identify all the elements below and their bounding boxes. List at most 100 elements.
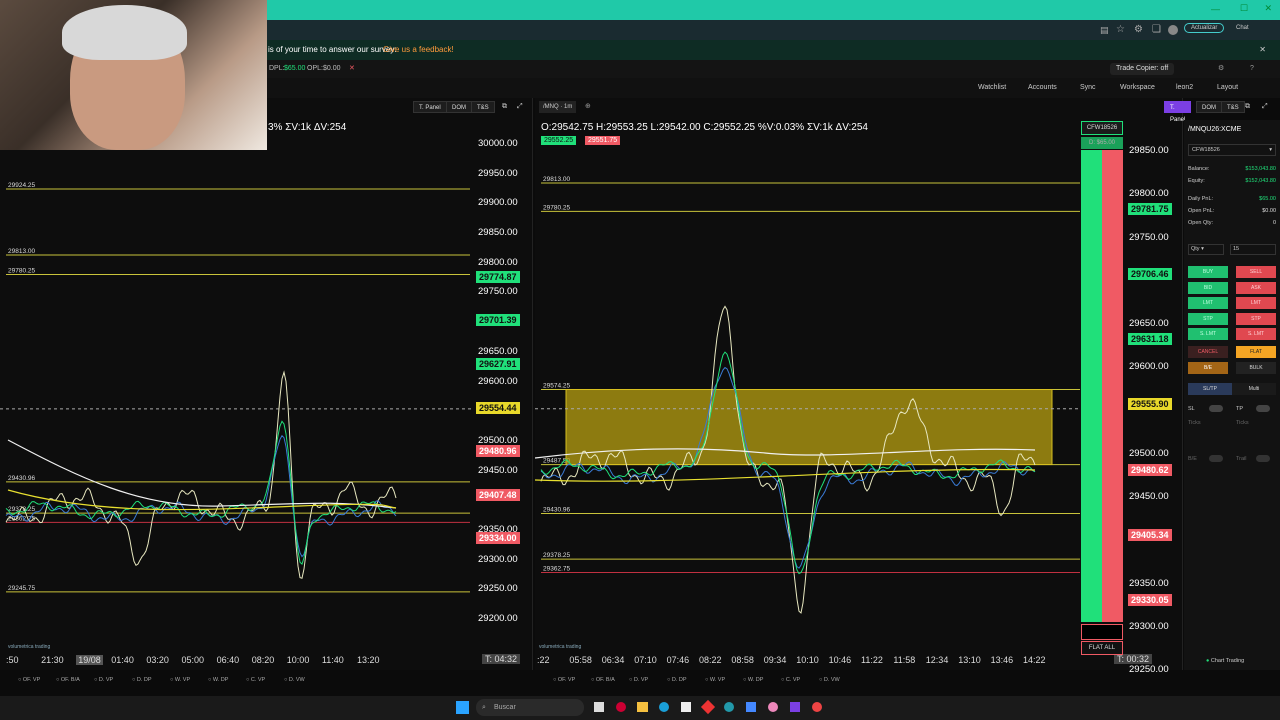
qty-input[interactable]: 15 [1230,244,1276,255]
flat-all-button[interactable]: FLAT ALL [1081,641,1123,655]
left-chart-canvas[interactable]: 29924.2529813.0029780.2529430.9629378.25… [0,128,474,658]
feedback-link[interactable]: Give us a feedback! [383,40,454,60]
user-button[interactable]: leon2 [1176,78,1193,98]
watchlist-button[interactable]: Watchlist [978,78,1006,98]
right-chart-pane[interactable]: /MNQ · 1m ⊕ T. Panel DOM T&S ⧉ ⤢ O:29542… [535,98,1268,675]
study-toggle[interactable]: ○ W. VP [705,677,725,683]
task-view-icon[interactable] [594,702,604,712]
sell-side-button[interactable]: STP [1236,312,1276,325]
bulk-button[interactable]: BULK [1236,362,1276,374]
trade-panel-button[interactable]: T. Panel [413,101,447,113]
buy-side-button[interactable]: STP [1188,312,1228,325]
sell-side-button[interactable]: LMT [1236,297,1276,309]
buy-side-button[interactable]: BID [1188,281,1228,294]
study-toggle[interactable]: ○ D. VP [94,677,113,683]
accounts-button[interactable]: Accounts [1028,78,1057,98]
buy-zone[interactable] [1081,150,1102,622]
cancel-button[interactable]: CANCEL [1188,346,1228,358]
dom-button[interactable]: DOM [1196,101,1222,113]
opl-label: OPL: [307,65,323,72]
study-toggle[interactable]: ○ C. VP [781,677,800,683]
expand-icon[interactable]: ⤢ [517,98,523,116]
chat-button[interactable]: Chat [1236,25,1249,31]
close-icon[interactable]: ✕ [1259,40,1266,60]
study-toggle[interactable]: ○ W. DP [743,677,763,683]
profile-avatar[interactable] [1168,25,1178,35]
help-icon[interactable]: ? [1250,60,1254,78]
ts-button[interactable]: T&S [1221,101,1245,113]
ts-button[interactable]: T&S [471,101,495,113]
app-icon[interactable] [616,702,626,712]
study-toggle[interactable]: ○ OF. VP [18,677,40,683]
app-icon[interactable] [700,699,716,715]
tp-toggle[interactable] [1256,405,1270,412]
chrome-icon[interactable] [768,702,778,712]
study-toggle[interactable]: ○ D. DP [132,677,152,683]
collections-icon[interactable]: ❏ [1152,24,1161,35]
add-chart-icon[interactable]: ⊕ [585,98,591,116]
settings-icon[interactable]: ⚙ [1218,60,1224,78]
favorite-icon[interactable]: ☆ [1116,24,1125,35]
taskbar-search[interactable]: ⌕ Buscar [476,699,584,716]
left-chart-pane[interactable]: T. Panel DOM T&S ⧉ ⤢ 3% ΣV:1k ΔV:254 299… [0,98,533,670]
account-select[interactable]: CFW18526 ▾ [1188,144,1276,156]
app-icon[interactable] [812,702,822,712]
popout-icon[interactable]: ⧉ [502,98,507,116]
discord-icon[interactable] [790,702,800,712]
symbol-selector[interactable]: /MNQ · 1m [539,101,577,113]
study-toggle[interactable]: ○ OF. VP [553,677,575,683]
sync-button[interactable]: Sync [1080,78,1096,98]
flat-button[interactable]: FLAT [1236,346,1276,358]
maximize-icon[interactable]: ☐ [1240,3,1248,14]
reader-icon[interactable]: ▤ [1100,25,1109,36]
buy-side-button[interactable]: LMT [1188,297,1228,309]
trade-copier-button[interactable]: Trade Copier: off [1110,63,1175,75]
level-label: 29574.25 [543,383,570,390]
study-toggle[interactable]: ○ D. VW [819,677,840,683]
sl-toggle[interactable] [1209,405,1223,412]
workspace-button[interactable]: Workspace [1120,78,1155,98]
help-icon[interactable] [724,702,734,712]
popout-icon[interactable]: ⧉ [1245,98,1250,116]
study-toggle[interactable]: ○ OF. B/A [56,677,80,683]
study-toggle[interactable]: ○ W. DP [208,677,228,683]
value-area-box[interactable] [565,389,1053,466]
mail-icon[interactable] [746,702,756,712]
study-toggle[interactable]: ○ W. VP [170,677,190,683]
study-toggle[interactable]: ○ D. VP [629,677,648,683]
price-tag: 29334.00 [476,532,520,545]
time-label: 13:46 [990,655,1014,665]
store-icon[interactable] [681,702,691,712]
start-icon[interactable] [456,701,469,714]
study-toggle[interactable]: ○ D. VW [284,677,305,683]
trade-panel-button[interactable]: T. Panel [1164,101,1192,123]
dom-button[interactable]: DOM [446,101,472,113]
sell-side-button[interactable]: SELL [1236,266,1276,278]
expand-icon[interactable]: ⤢ [1262,98,1268,116]
folder-icon[interactable] [637,702,648,712]
study-toggle[interactable]: ○ D. DP [667,677,687,683]
study-toggle[interactable]: ○ C. VP [246,677,265,683]
price-tag: 29555.90 [1128,398,1172,411]
sell-zone[interactable] [1102,150,1123,622]
trail-toggle[interactable] [1256,455,1270,462]
buy-side-button[interactable]: BUY [1188,266,1228,278]
edge-icon[interactable] [659,702,669,712]
right-chart-canvas[interactable]: 29813.0029780.2529574.2529487.5029430.96… [535,128,1080,658]
breakeven-button[interactable]: B/E [1188,362,1228,374]
layout-button[interactable]: Layout [1217,78,1238,98]
update-button[interactable]: Actualizar [1184,23,1225,33]
study-toggle[interactable]: ○ OF. B/A [591,677,615,683]
sell-side-button[interactable]: S. LMT [1236,328,1276,340]
close-icon[interactable]: ✕ [1264,3,1272,14]
account-tag[interactable]: CFW18526 [1081,121,1123,135]
sell-side-button[interactable]: ASK [1236,281,1276,294]
be-toggle[interactable] [1209,455,1223,462]
extensions-icon[interactable]: ⚙ [1134,24,1143,35]
instrument-label[interactable]: /MNQU26:XCME [1188,126,1241,133]
sltp-tab[interactable]: SL/TP [1188,383,1232,395]
multi-tab[interactable]: Multi [1232,383,1276,395]
buy-side-button[interactable]: S. LMT [1188,328,1228,340]
minimize-icon[interactable]: — [1211,4,1220,14]
close-position-icon[interactable]: ✕ [349,60,355,78]
